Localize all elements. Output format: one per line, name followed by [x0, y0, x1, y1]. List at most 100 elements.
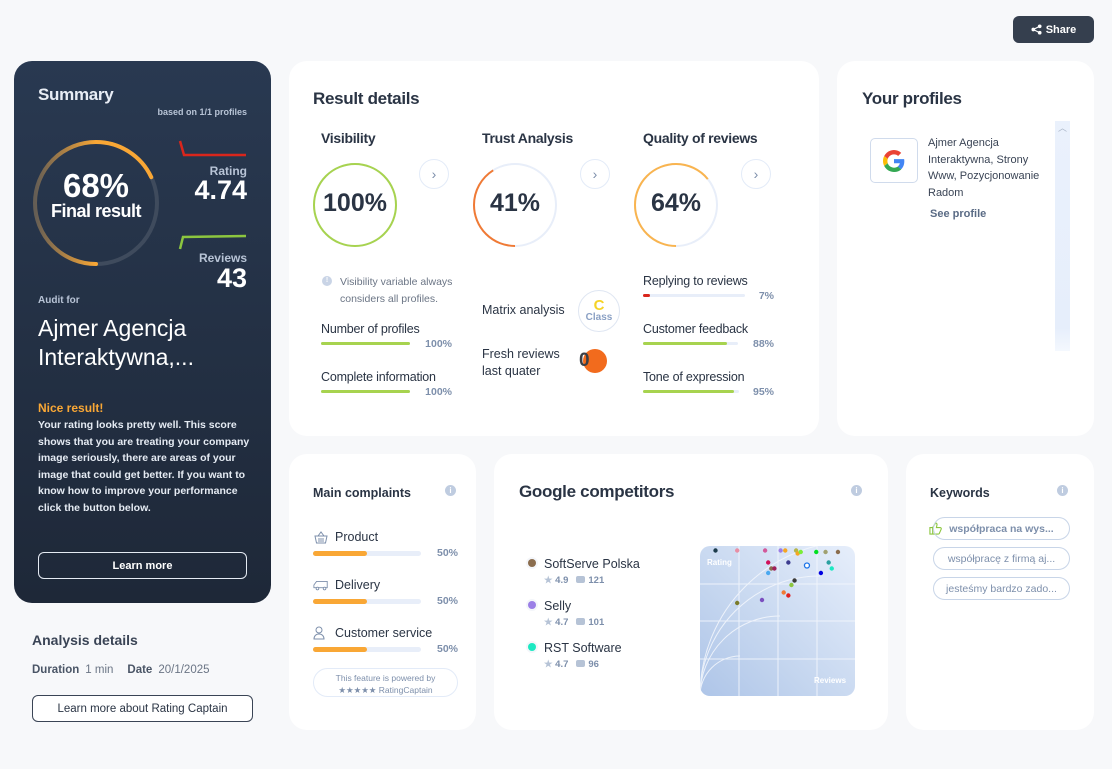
- summary-title: Summary: [38, 85, 114, 104]
- fresh-reviews-value: 0: [579, 350, 590, 371]
- audit-name: Ajmer Agencja Interaktywna,...: [38, 315, 194, 370]
- competitor-point[interactable]: [814, 549, 819, 555]
- keyword-pill[interactable]: współpraca na wys...: [933, 517, 1070, 540]
- competitor-point[interactable]: [772, 566, 777, 571]
- competitor-point[interactable]: [818, 570, 824, 576]
- competitor-point[interactable]: [786, 593, 791, 598]
- class-letter: C: [593, 297, 605, 314]
- competitor-point[interactable]: [735, 548, 740, 553]
- nice-result-title: Nice result!: [38, 401, 104, 415]
- profile-name: Ajmer Agencja Interaktywna, Strony Www, …: [928, 137, 1040, 199]
- metric-bar-fill: [643, 294, 651, 297]
- competitor-point[interactable]: [829, 566, 834, 571]
- competitor-point[interactable]: [735, 600, 740, 606]
- duration-value: 1 min: [85, 664, 114, 676]
- competitors-title: Google competitors: [519, 482, 675, 501]
- metric-label: Complete information: [321, 370, 436, 384]
- learn-more-rating-captain-button[interactable]: Learn more about Rating Captain: [32, 695, 253, 722]
- quality-details-button[interactable]: ›: [741, 159, 771, 189]
- class-badge: C Class: [578, 290, 620, 332]
- info-icon[interactable]: i: [1057, 485, 1068, 496]
- matrix-analysis-label: Matrix analysis: [482, 303, 565, 317]
- competitor-point[interactable]: [783, 548, 788, 553]
- info-icon[interactable]: i: [851, 485, 862, 496]
- competitor-rating: 4.7: [555, 659, 569, 670]
- duration-label: Duration: [32, 664, 80, 676]
- competitor-point[interactable]: [835, 549, 841, 555]
- competitor-point[interactable]: [792, 578, 797, 583]
- keyword-pill[interactable]: jesteśmy bardzo zado...: [933, 577, 1070, 600]
- trust-ring: 41%: [472, 162, 558, 248]
- competitor-name: SoftServe Polska: [544, 557, 640, 571]
- metric-number-of-profiles: Number of profiles 100%: [321, 322, 452, 350]
- chevron-right-icon: ›: [592, 166, 598, 182]
- chevron-right-icon: ›: [753, 166, 759, 182]
- metric-value: 88%: [752, 338, 774, 350]
- competitor-point[interactable]: [789, 582, 794, 588]
- basket-icon: [314, 531, 328, 544]
- see-profile-link[interactable]: See profile: [930, 208, 986, 220]
- complaint-value: 50%: [436, 643, 458, 655]
- competitor-point[interactable]: [826, 560, 831, 565]
- share-button[interactable]: Share: [1013, 16, 1094, 43]
- competitor-reviews: 96: [588, 659, 599, 670]
- powered-by-badge[interactable]: This feature is powered by ★★★★★ RatingC…: [313, 668, 458, 697]
- visibility-note: ! Visibility variable always considers a…: [322, 274, 482, 308]
- competitor-point[interactable]: [823, 549, 828, 555]
- matrix-x-label: Reviews: [814, 676, 847, 685]
- competitor-point[interactable]: [798, 549, 803, 555]
- competitor-point[interactable]: [778, 548, 783, 553]
- competitor-point[interactable]: [713, 548, 718, 553]
- complaint-label: Product: [335, 530, 379, 544]
- metric-replying-to-reviews: Replying to reviews 7%: [643, 274, 774, 302]
- trust-pct: 41%: [489, 189, 541, 217]
- competitor-point[interactable]: [762, 548, 768, 553]
- competitor-color-dot: [528, 643, 536, 651]
- rating-trend-line: [178, 140, 246, 157]
- competitor-point[interactable]: [759, 597, 765, 603]
- star-icon: ★: [544, 575, 553, 586]
- competitor-point[interactable]: [766, 570, 771, 576]
- complaints-title: Main complaints: [313, 486, 411, 500]
- competitor-matrix: Rating Reviews: [700, 546, 855, 696]
- complaint-bar: [313, 647, 421, 652]
- chevron-up-icon[interactable]: ︿: [1058, 121, 1067, 134]
- competitor-point[interactable]: [786, 560, 791, 565]
- metric-bar-fill: [321, 390, 410, 393]
- fresh-reviews-badge: 0: [578, 348, 608, 374]
- metric-bar-fill: [643, 342, 727, 345]
- complaint-bar: [313, 551, 421, 556]
- metric-bar: [321, 390, 410, 393]
- quality-ring: 64%: [633, 162, 719, 248]
- comment-icon: [576, 660, 586, 667]
- keyword-pill[interactable]: współpracę z firmą aj...: [933, 547, 1070, 570]
- trust-details-button[interactable]: ›: [580, 159, 610, 189]
- google-icon: [883, 149, 905, 172]
- summary-card: Summary based on 1/1 profiles 68% Final …: [14, 61, 271, 603]
- competitor-name: Selly: [544, 599, 572, 613]
- result-details-title: Result details: [313, 89, 420, 108]
- trust-analysis-title: Trust Analysis: [482, 130, 573, 146]
- competitor-point[interactable]: [766, 560, 771, 565]
- star-icon: ★: [544, 617, 553, 628]
- learn-more-button[interactable]: Learn more: [38, 552, 247, 579]
- powered-by-line2: ★★★★★ RatingCaptain: [338, 685, 433, 695]
- date-label: Date: [127, 664, 153, 676]
- info-icon[interactable]: i: [445, 485, 456, 496]
- reviews-trend-line: [178, 234, 247, 250]
- truck-icon: [313, 581, 328, 591]
- metric-value: 100%: [425, 386, 452, 398]
- profiles-scrollbar[interactable]: ︿: [1055, 121, 1070, 351]
- visibility-note-text: Visibility variable always considers all…: [340, 276, 453, 305]
- competitor-reviews: 121: [588, 575, 605, 586]
- own-profile-point[interactable]: [803, 562, 811, 569]
- comment-icon: [576, 618, 586, 625]
- final-result-ring: 68% Final result: [32, 139, 160, 267]
- metric-bar: [643, 342, 738, 345]
- competitor-meta: ★ 4.7 101: [544, 617, 604, 628]
- visibility-details-button[interactable]: ›: [419, 159, 449, 189]
- based-on-profiles: based on 1/1 profiles: [157, 107, 247, 117]
- metric-label: Replying to reviews: [643, 274, 748, 288]
- final-result-pct: 68%: [62, 167, 130, 204]
- competitor-point[interactable]: [781, 590, 786, 595]
